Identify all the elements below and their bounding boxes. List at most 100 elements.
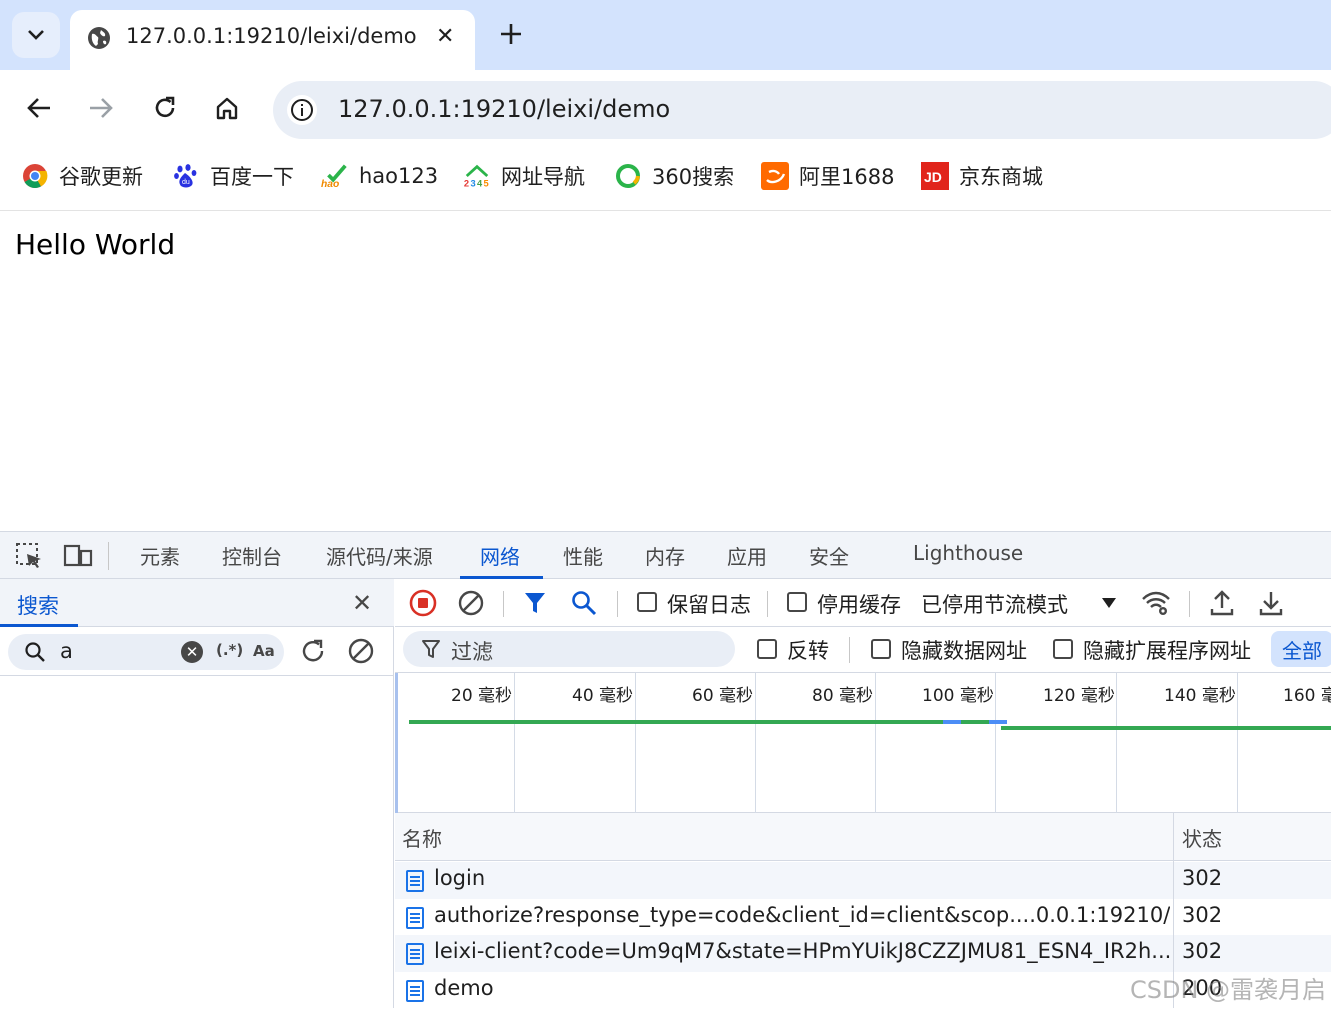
funnel-icon	[421, 639, 441, 659]
table-row[interactable]: leixi-client?code=Um9qM7&state=HPmYUikJ8…	[395, 935, 1331, 972]
bookmark-label: 阿里1688	[799, 165, 895, 189]
bookmark-label: 百度一下	[210, 165, 294, 189]
column-status[interactable]: 状态	[1182, 823, 1222, 852]
preserve-log-checkbox[interactable]	[637, 592, 657, 612]
tab-security[interactable]: 安全	[809, 541, 849, 570]
timeline-tick: 140 毫秒	[1164, 686, 1236, 706]
divider	[108, 542, 109, 570]
tab-performance[interactable]: 性能	[563, 541, 603, 570]
refresh-search-icon[interactable]	[299, 637, 327, 665]
device-toolbar-icon[interactable]	[63, 543, 93, 569]
clear-search-icon[interactable]: ✕	[181, 641, 203, 663]
filter-icon[interactable]	[523, 591, 547, 615]
request-name: demo	[434, 976, 494, 1000]
bookmark-2345[interactable]: 2345 网址导航	[463, 160, 585, 192]
column-name[interactable]: 名称	[402, 823, 442, 852]
clear-log-icon[interactable]	[457, 589, 485, 617]
timeline-gridline	[1116, 673, 1117, 813]
bookmark-alibaba-1688[interactable]: 阿里1688	[761, 160, 894, 192]
browser-toolbar: 127.0.0.1:19210/leixi/demo	[0, 70, 1331, 144]
timeline-bar	[989, 720, 1007, 724]
back-button[interactable]	[21, 90, 57, 126]
export-har-icon[interactable]	[1258, 589, 1284, 617]
document-icon	[406, 870, 424, 892]
new-tab-button[interactable]	[495, 18, 527, 50]
hao123-icon: hao	[321, 162, 349, 190]
hide-extension-urls-label: 隐藏扩展程序网址	[1083, 639, 1251, 663]
timeline-gridline	[875, 673, 876, 813]
search-network-icon[interactable]	[570, 589, 598, 617]
search-drawer: 搜索 ✕ a ✕ (.*) Aa	[0, 579, 394, 1008]
regex-toggle[interactable]: (.*)	[216, 641, 243, 659]
clear-results-icon[interactable]	[347, 637, 375, 665]
table-row[interactable]: authorize?response_type=code&client_id=c…	[395, 899, 1331, 936]
svg-text:hao: hao	[321, 179, 339, 189]
bookmark-label: 网址导航	[501, 165, 585, 189]
dropdown-arrow-icon[interactable]	[1101, 597, 1117, 609]
inspect-element-icon[interactable]	[15, 542, 43, 570]
table-row[interactable]: login 302	[395, 862, 1331, 899]
tab-console[interactable]: 控制台	[222, 541, 282, 570]
tab-close-icon[interactable]: ✕	[436, 24, 454, 49]
tab-elements[interactable]: 元素	[140, 541, 180, 570]
filter-all-chip[interactable]: 全部	[1271, 631, 1331, 667]
watermark: CSDN @雷袭月启	[1130, 976, 1327, 1004]
bookmark-360-search[interactable]: 360搜索	[614, 160, 734, 192]
bookmark-hao123[interactable]: hao hao123	[321, 160, 438, 192]
bookmark-baidu[interactable]: du 百度一下	[172, 160, 294, 192]
search-drawer-header: 搜索 ✕	[0, 579, 394, 627]
request-name: authorize?response_type=code&client_id=c…	[434, 903, 1170, 927]
network-timeline[interactable]: 20 毫秒 40 毫秒 60 毫秒 80 毫秒 100 毫秒 120 毫秒 14…	[395, 673, 1331, 813]
tab-sources[interactable]: 源代码/来源	[326, 541, 433, 570]
request-name: leixi-client?code=Um9qM7&state=HPmYUikJ8…	[434, 939, 1170, 963]
divider	[617, 591, 618, 617]
tab-search-button[interactable]	[12, 12, 60, 58]
reload-icon	[155, 96, 175, 118]
info-icon	[291, 99, 313, 121]
tab-application[interactable]: 应用	[727, 541, 767, 570]
tab-network[interactable]: 网络	[480, 541, 520, 570]
address-bar[interactable]: 127.0.0.1:19210/leixi/demo	[273, 81, 1331, 139]
disable-cache-checkbox[interactable]	[787, 592, 807, 612]
active-tab[interactable]: 127.0.0.1:19210/leixi/demo ✕	[70, 10, 475, 70]
network-toolbar: 保留日志 停用缓存 已停用节流模式	[395, 579, 1331, 627]
tab-lighthouse[interactable]: Lighthouse	[913, 541, 1023, 565]
devtools-tab-bar: 元素 控制台 源代码/来源 网络 性能 内存 应用 安全 Lighthouse	[0, 532, 1331, 579]
url-text[interactable]: 127.0.0.1:19210/leixi/demo	[338, 95, 670, 123]
search-input[interactable]: a ✕ (.*) Aa	[8, 634, 284, 670]
import-har-icon[interactable]	[1209, 589, 1235, 617]
arrow-left-icon	[27, 98, 50, 118]
throttling-select[interactable]: 已停用节流模式	[921, 589, 1068, 619]
search-tab-indicator	[0, 624, 78, 627]
match-case-toggle[interactable]: Aa	[253, 642, 275, 660]
bookmark-label: hao123	[359, 164, 439, 188]
search-query[interactable]: a	[60, 639, 73, 663]
network-conditions-icon[interactable]	[1141, 589, 1171, 617]
record-stop-icon[interactable]	[409, 589, 437, 617]
bookmark-chrome-update[interactable]: 谷歌更新	[21, 160, 143, 192]
timeline-bar	[961, 720, 989, 724]
hide-extension-urls-checkbox[interactable]	[1053, 639, 1073, 659]
baidu-icon: du	[172, 162, 200, 190]
bookmark-jd[interactable]: JD 京东商城	[921, 160, 1043, 192]
request-table-header: 名称 状态	[395, 813, 1331, 861]
divider	[0, 675, 394, 676]
timeline-gridline	[514, 673, 515, 813]
request-name: login	[434, 866, 486, 890]
tab-memory[interactable]: 内存	[645, 541, 685, 570]
search-drawer-tab[interactable]: 搜索	[17, 590, 59, 620]
home-button[interactable]	[209, 90, 245, 126]
close-drawer-icon[interactable]: ✕	[352, 589, 372, 617]
chrome-icon	[21, 162, 49, 190]
devtools-panel: 元素 控制台 源代码/来源 网络 性能 内存 应用 安全 Lighthouse …	[0, 531, 1331, 1008]
timeline-tick: 20 毫秒	[451, 686, 513, 706]
forward-button[interactable]	[83, 90, 119, 126]
reload-button[interactable]	[147, 90, 183, 126]
timeline-bar	[943, 720, 961, 724]
jd-icon: JD	[921, 162, 949, 190]
filter-input[interactable]: 过滤	[403, 631, 735, 667]
hide-data-urls-checkbox[interactable]	[871, 639, 891, 659]
site-info-button[interactable]	[287, 95, 317, 125]
invert-checkbox[interactable]	[757, 639, 777, 659]
timeline-handle[interactable]	[395, 673, 398, 813]
